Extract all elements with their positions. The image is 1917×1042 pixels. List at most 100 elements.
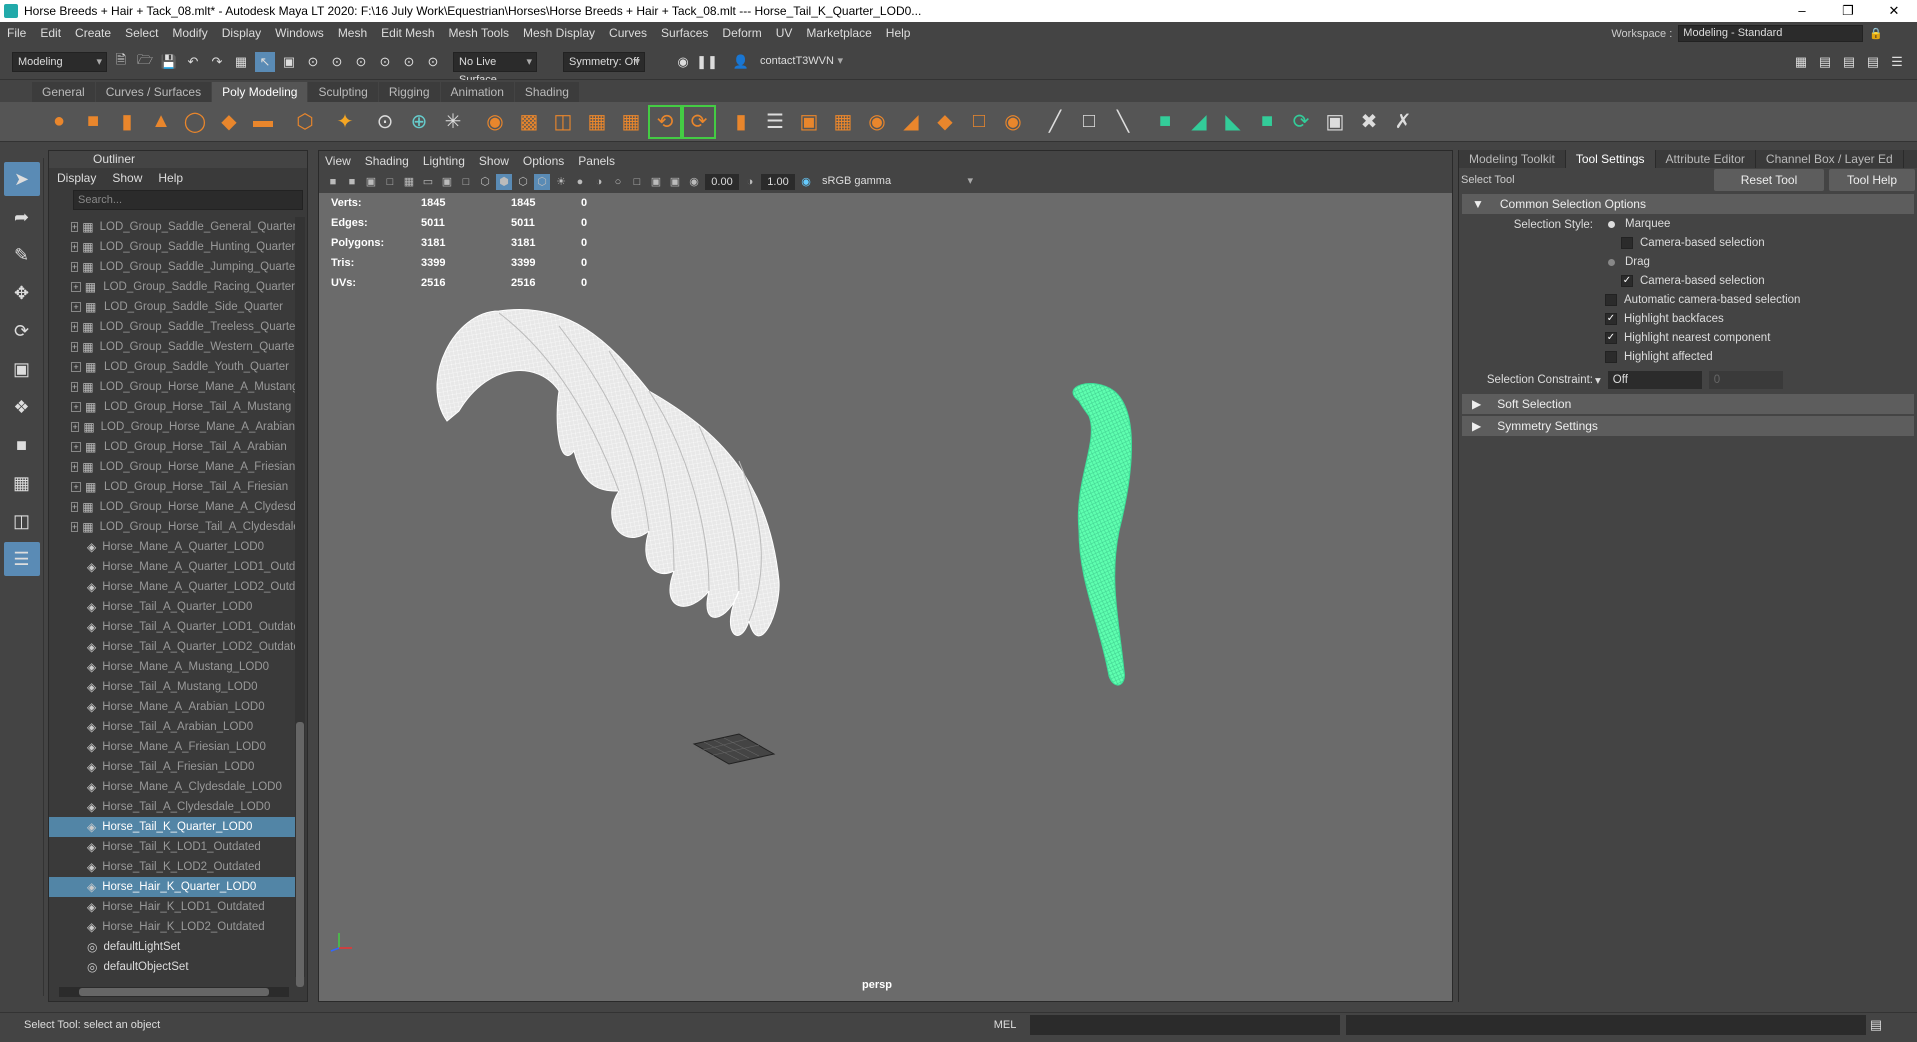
new-scene-icon[interactable]: 🗎 — [111, 52, 131, 72]
outliner-group-row[interactable]: + ▦ LOD_Group_Saddle_General_Quarter — [49, 217, 295, 237]
menu-create[interactable]: Create — [68, 26, 118, 40]
menu-curves[interactable]: Curves — [602, 26, 654, 40]
outliner-group-row[interactable]: + ▦ LOD_Group_Horse_Tail_A_Clydesdale — [49, 517, 295, 537]
outliner-group-row[interactable]: + ▦ LOD_Group_Saddle_Western_Quarter — [49, 337, 295, 357]
smooth-shade-icon[interactable]: ⬢ — [496, 174, 512, 190]
isolate-icon[interactable]: □ — [629, 174, 645, 190]
common-selection-section[interactable]: ▼ Common Selection Options — [1462, 194, 1914, 214]
bookmark-icon[interactable]: ▣ — [363, 174, 379, 190]
constraint-field[interactable]: Off — [1607, 371, 1702, 389]
outliner-mesh-row[interactable]: ◈ Horse_Hair_K_Quarter_LOD0 — [49, 877, 295, 897]
resolution-gate-icon[interactable]: ▣ — [439, 174, 455, 190]
outliner-menu-help[interactable]: Help — [158, 171, 183, 185]
ground-grid-mesh[interactable] — [692, 733, 776, 765]
outliner-layout-icon[interactable]: ☰ — [3, 542, 40, 576]
select-hierarchy-icon[interactable]: ▦ — [231, 52, 251, 72]
menu-modify[interactable]: Modify — [165, 26, 214, 40]
snap-grid-icon[interactable]: ⊙ — [303, 52, 323, 72]
highlight-nearest-checkbox[interactable]: ✓ — [1605, 332, 1617, 344]
remesh-icon[interactable]: ⟳ — [682, 104, 716, 139]
append-icon[interactable]: ▦ — [828, 107, 858, 137]
snap-view-icon[interactable]: ⊙ — [375, 52, 395, 72]
color-management-icon[interactable]: ◉ — [798, 174, 814, 190]
move-tool-icon[interactable]: ✥ — [4, 276, 40, 310]
tab-sculpting[interactable]: Sculpting — [308, 82, 378, 102]
horse-hair-mesh[interactable] — [436, 309, 780, 637]
hud-icon[interactable]: ▣ — [667, 174, 683, 190]
viewport-menu-panels[interactable]: Panels — [578, 154, 615, 168]
outliner-mesh-row[interactable]: ◈ Horse_Tail_A_Arabian_LOD0 — [49, 717, 295, 737]
bevel-icon[interactable]: ▣ — [794, 107, 824, 137]
booleans-icon[interactable]: ◉ — [998, 107, 1028, 137]
two-view-icon[interactable]: ◫ — [4, 504, 40, 538]
outliner-mesh-row[interactable]: ◈ Horse_Tail_K_LOD2_Outdated — [49, 857, 295, 877]
poly-count-icon[interactable]: ⊕ — [404, 107, 434, 137]
snap-surface-icon[interactable]: ⊙ — [399, 52, 419, 72]
single-view-icon[interactable]: ■ — [4, 428, 40, 462]
outliner-mesh-row[interactable]: ◈ Horse_Tail_K_Quarter_LOD0 — [49, 817, 295, 837]
film-gate-icon[interactable]: ▭ — [420, 174, 436, 190]
textured-icon[interactable]: ☀ — [553, 174, 569, 190]
minimize-icon[interactable]: – — [1779, 0, 1825, 22]
outliner-set-row[interactable]: ◎ defaultObjectSet — [49, 957, 295, 977]
tab-shading[interactable]: Shading — [514, 82, 579, 102]
outliner-group-row[interactable]: + ▦ LOD_Group_Saddle_Racing_Quarter — [49, 277, 295, 297]
extrude-icon[interactable]: ▮ — [726, 107, 756, 137]
outliner-menu-display[interactable]: Display — [57, 171, 96, 185]
smooth-icon[interactable]: ▦ — [582, 107, 612, 137]
uv-auto-icon[interactable]: ■ — [1252, 107, 1282, 137]
menu-edit[interactable]: Edit — [33, 26, 68, 40]
outliner-mesh-row[interactable]: ◈ Horse_Mane_A_Quarter_LOD0 — [49, 537, 295, 557]
multi-cut-icon[interactable]: ╱ — [1040, 107, 1070, 137]
outliner-hscrollbar[interactable] — [59, 987, 289, 997]
outliner-group-row[interactable]: + ▦ LOD_Group_Horse_Mane_A_Clydesdale — [49, 497, 295, 517]
uv-layout-icon[interactable]: ▣ — [1320, 107, 1350, 137]
wedge-icon[interactable]: ◆ — [930, 107, 960, 137]
tool-help-button[interactable]: Tool Help — [1829, 169, 1915, 191]
outliner-group-row[interactable]: + ▦ LOD_Group_Horse_Mane_A_Mustang — [49, 377, 295, 397]
tab-curves-surfaces[interactable]: Curves / Surfaces — [95, 82, 212, 102]
tab-general[interactable]: General — [32, 82, 95, 102]
restore-icon[interactable]: ❐ — [1825, 0, 1871, 22]
uv-sew-icon[interactable]: ✗ — [1388, 107, 1418, 137]
expand-icon[interactable]: + — [71, 282, 81, 292]
outliner-search-input[interactable]: Search... — [73, 190, 303, 210]
redo-icon[interactable]: ↷ — [207, 52, 227, 72]
expand-icon[interactable]: + — [71, 502, 79, 512]
outliner-menu-show[interactable]: Show — [112, 171, 142, 185]
poly-plane-icon[interactable]: ◆ — [214, 107, 244, 137]
platonic-solid-icon[interactable]: ⬡ — [290, 107, 320, 137]
menu-mesh-tools[interactable]: Mesh Tools — [442, 26, 516, 40]
super-shape-icon[interactable]: ✦ — [330, 107, 360, 137]
outliner-set-row[interactable]: ◎ defaultLightSet — [49, 937, 295, 957]
symmetry-settings-section[interactable]: ▶ Symmetry Settings — [1462, 416, 1914, 436]
outliner-mesh-row[interactable]: ◈ Horse_Mane_A_Friesian_LOD0 — [49, 737, 295, 757]
expand-icon[interactable]: + — [71, 302, 81, 312]
menu-help[interactable]: Help — [879, 26, 918, 40]
outliner-group-row[interactable]: + ▦ LOD_Group_Saddle_Jumping_Quarter — [49, 257, 295, 277]
attribute-editor-icon[interactable]: ▤ — [1815, 52, 1835, 72]
target-weld-icon[interactable]: ╲ — [1108, 107, 1138, 137]
tab-animation[interactable]: Animation — [440, 82, 514, 102]
horse-tail-mesh[interactable] — [1072, 383, 1132, 686]
retopologize-icon[interactable]: ⟲ — [648, 104, 682, 139]
uv-planar-icon[interactable]: ■ — [1150, 107, 1180, 137]
tab-attribute-editor[interactable]: Attribute Editor — [1656, 150, 1756, 168]
marquee-camera-checkbox[interactable] — [1621, 237, 1633, 249]
live-surface-field[interactable]: No Live Surface — [453, 51, 537, 86]
lasso-tool-icon[interactable]: ➦ — [4, 200, 40, 234]
auto-camera-checkbox[interactable] — [1605, 294, 1617, 306]
shadows-icon[interactable]: ◑ — [591, 174, 607, 190]
expand-icon[interactable]: + — [71, 522, 79, 532]
user-icon[interactable]: 👤 — [731, 52, 751, 72]
poly-torus-icon[interactable]: ◯ — [180, 107, 210, 137]
expand-icon[interactable]: + — [71, 362, 81, 372]
outliner-group-row[interactable]: + ▦ LOD_Group_Saddle_Treeless_Quarter — [49, 317, 295, 337]
poly-cylinder-icon[interactable]: ▮ — [112, 107, 142, 137]
menu-mesh[interactable]: Mesh — [331, 26, 374, 40]
snap-vertex-icon[interactable]: ⊙ — [423, 52, 443, 72]
render-icon[interactable]: ◉ — [673, 52, 693, 72]
reduce-icon[interactable]: ▦ — [616, 107, 646, 137]
scale-tool-icon[interactable]: ▣ — [4, 352, 40, 386]
measure-icon[interactable]: ⊙ — [370, 107, 400, 137]
